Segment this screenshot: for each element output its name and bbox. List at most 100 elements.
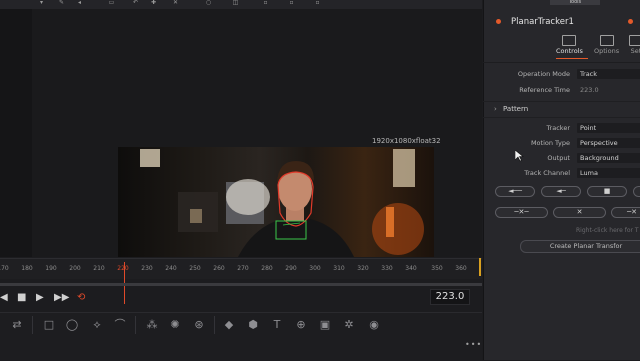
active-tab-indicator — [556, 58, 588, 59]
tab-label: Set — [630, 47, 640, 55]
toolbar-icon-7[interactable]: ○ — [205, 0, 212, 6]
track-channel-dropdown[interactable]: Luma — [577, 168, 640, 178]
track-backward-button[interactable]: ◄── — [495, 186, 535, 197]
tick-label: 290 — [285, 265, 297, 272]
loop-icon[interactable]: ⟲ — [77, 293, 85, 303]
tick-label: 210 — [93, 265, 105, 272]
clear-forward-button[interactable]: ─✕ — [611, 207, 640, 218]
mouse-cursor-icon — [515, 150, 524, 162]
tracker-label: Tracker — [546, 124, 570, 132]
pattern-section-label: Pattern — [503, 105, 529, 113]
step-backward-button[interactable]: ◄─ — [541, 186, 581, 197]
tool-separator — [32, 316, 33, 334]
clear-button[interactable]: ✕ — [553, 207, 606, 218]
reference-time-label: Reference Time — [519, 86, 570, 94]
3d-light-icon[interactable]: ✲ — [342, 318, 356, 332]
tick-label: 280 — [261, 265, 273, 272]
render-range-end-marker[interactable] — [479, 258, 481, 276]
resolution-label: 1920x1080xfloat32 — [372, 137, 441, 145]
bspline-mask-icon[interactable]: ⌒ — [113, 318, 127, 332]
toolbar-icon-4[interactable]: ▭ — [108, 0, 115, 6]
step-forward-button[interactable] — [633, 186, 640, 197]
play-icon[interactable]: ▶ — [36, 293, 44, 303]
tool-separator — [214, 316, 215, 334]
tick-label: 190 — [45, 265, 57, 272]
tick-label: 270 — [237, 265, 249, 272]
particle-render-icon[interactable]: ⊛ — [192, 318, 206, 332]
settings-tab-icon — [629, 35, 640, 46]
toolbar-icon-10[interactable]: ▫ — [288, 0, 295, 6]
video-frame-image — [140, 149, 424, 257]
toolbar-icon-11[interactable]: ▫ — [314, 0, 321, 6]
stop-icon[interactable]: ■ — [17, 293, 26, 303]
rectangle-mask-icon[interactable]: □ — [42, 318, 56, 332]
output-label: Output — [547, 154, 570, 162]
tick-label: 350 — [431, 265, 443, 272]
toolbar-icon-1[interactable]: ▾ — [38, 0, 45, 6]
tick-label: 320 — [357, 265, 369, 272]
tick-label: 170 — [0, 265, 9, 272]
track-channel-label: Track Channel — [524, 169, 570, 177]
tracker-dropdown[interactable]: Point — [577, 123, 640, 133]
toolbar-icon-5[interactable]: ✚ — [150, 0, 157, 6]
transform-tool-icon[interactable]: ⇄ — [10, 318, 24, 332]
chevron-right-icon[interactable]: › — [494, 105, 497, 113]
operation-mode-dropdown[interactable]: Track — [577, 69, 640, 79]
polygon-mask-icon[interactable]: ⟡ — [90, 318, 104, 332]
motion-type-label: Motion Type — [530, 139, 570, 147]
clear-all-button[interactable]: ─✕─ — [495, 207, 548, 218]
fast-forward-icon[interactable]: ▶▶ — [54, 293, 69, 303]
more-options-icon[interactable]: ••• — [465, 340, 482, 349]
tab-label: Controls — [556, 47, 583, 55]
tab-settings[interactable]: Set — [629, 35, 640, 55]
tick-label: 230 — [141, 265, 153, 272]
particle-emitter-icon[interactable]: ✺ — [168, 318, 182, 332]
inspector-divider — [483, 62, 640, 63]
stop-tracking-button[interactable]: ■ — [587, 186, 627, 197]
viewer-left-margin — [0, 9, 32, 257]
tools-tab[interactable]: Tools — [550, 0, 600, 5]
step-back-icon[interactable]: ◀ — [0, 293, 8, 303]
scrub-bar[interactable] — [0, 283, 482, 286]
node-color-dot[interactable] — [496, 19, 501, 24]
timeline-ruler[interactable]: 170 180 190 200 210 220 230 240 250 260 … — [0, 258, 482, 279]
toolbar-icon-3[interactable]: ◂ — [76, 0, 83, 6]
toolbar-icon-6[interactable]: ✕ — [172, 0, 179, 6]
3d-shape-icon[interactable]: ⬢ — [246, 318, 260, 332]
tool-separator — [135, 316, 136, 334]
3d-render-icon[interactable]: ◉ — [367, 318, 381, 332]
video-frame[interactable] — [118, 147, 434, 257]
tick-label: 220 — [117, 265, 129, 272]
3d-image-plane-icon[interactable]: ◆ — [222, 318, 236, 332]
reference-time-value[interactable]: 223.0 — [580, 86, 599, 94]
tick-label: 360 — [455, 265, 467, 272]
toolbar-icon-9[interactable]: ▫ — [262, 0, 269, 6]
tick-label: 240 — [165, 265, 177, 272]
tab-options[interactable]: Options — [594, 35, 619, 55]
node-version-dot[interactable] — [628, 19, 633, 24]
right-click-hint: Right-click here for T — [576, 227, 639, 234]
tab-label: Options — [594, 47, 620, 55]
tick-label: 180 — [21, 265, 33, 272]
3d-text-icon[interactable]: T — [270, 318, 284, 332]
transport-controls: ◀ ■ ▶ ▶▶ ⟲ — [0, 288, 482, 310]
current-frame-field[interactable]: 223.0 — [430, 289, 470, 305]
undo-icon[interactable]: ↶ — [132, 0, 139, 6]
motion-type-dropdown[interactable]: Perspective — [577, 138, 640, 148]
tick-label: 330 — [381, 265, 393, 272]
tick-label: 340 — [405, 265, 417, 272]
tick-label: 310 — [333, 265, 345, 272]
tab-controls[interactable]: Controls — [556, 35, 583, 55]
particle-tool-icon[interactable]: ⁂ — [145, 318, 159, 332]
options-tab-icon — [599, 35, 614, 46]
toolbar-icon-8[interactable]: ◫ — [232, 0, 239, 6]
3d-merge-icon[interactable]: ⊕ — [294, 318, 308, 332]
create-planar-transform-button[interactable]: Create Planar Transfor — [520, 240, 640, 253]
tick-label: 300 — [309, 265, 321, 272]
3d-camera-icon[interactable]: ▣ — [318, 318, 332, 332]
node-title: PlanarTracker1 — [511, 17, 574, 27]
output-dropdown[interactable]: Background — [577, 153, 640, 163]
tick-label: 250 — [189, 265, 201, 272]
toolbar-icon-2[interactable]: ✎ — [58, 0, 65, 6]
ellipse-mask-icon[interactable]: ◯ — [65, 318, 79, 332]
